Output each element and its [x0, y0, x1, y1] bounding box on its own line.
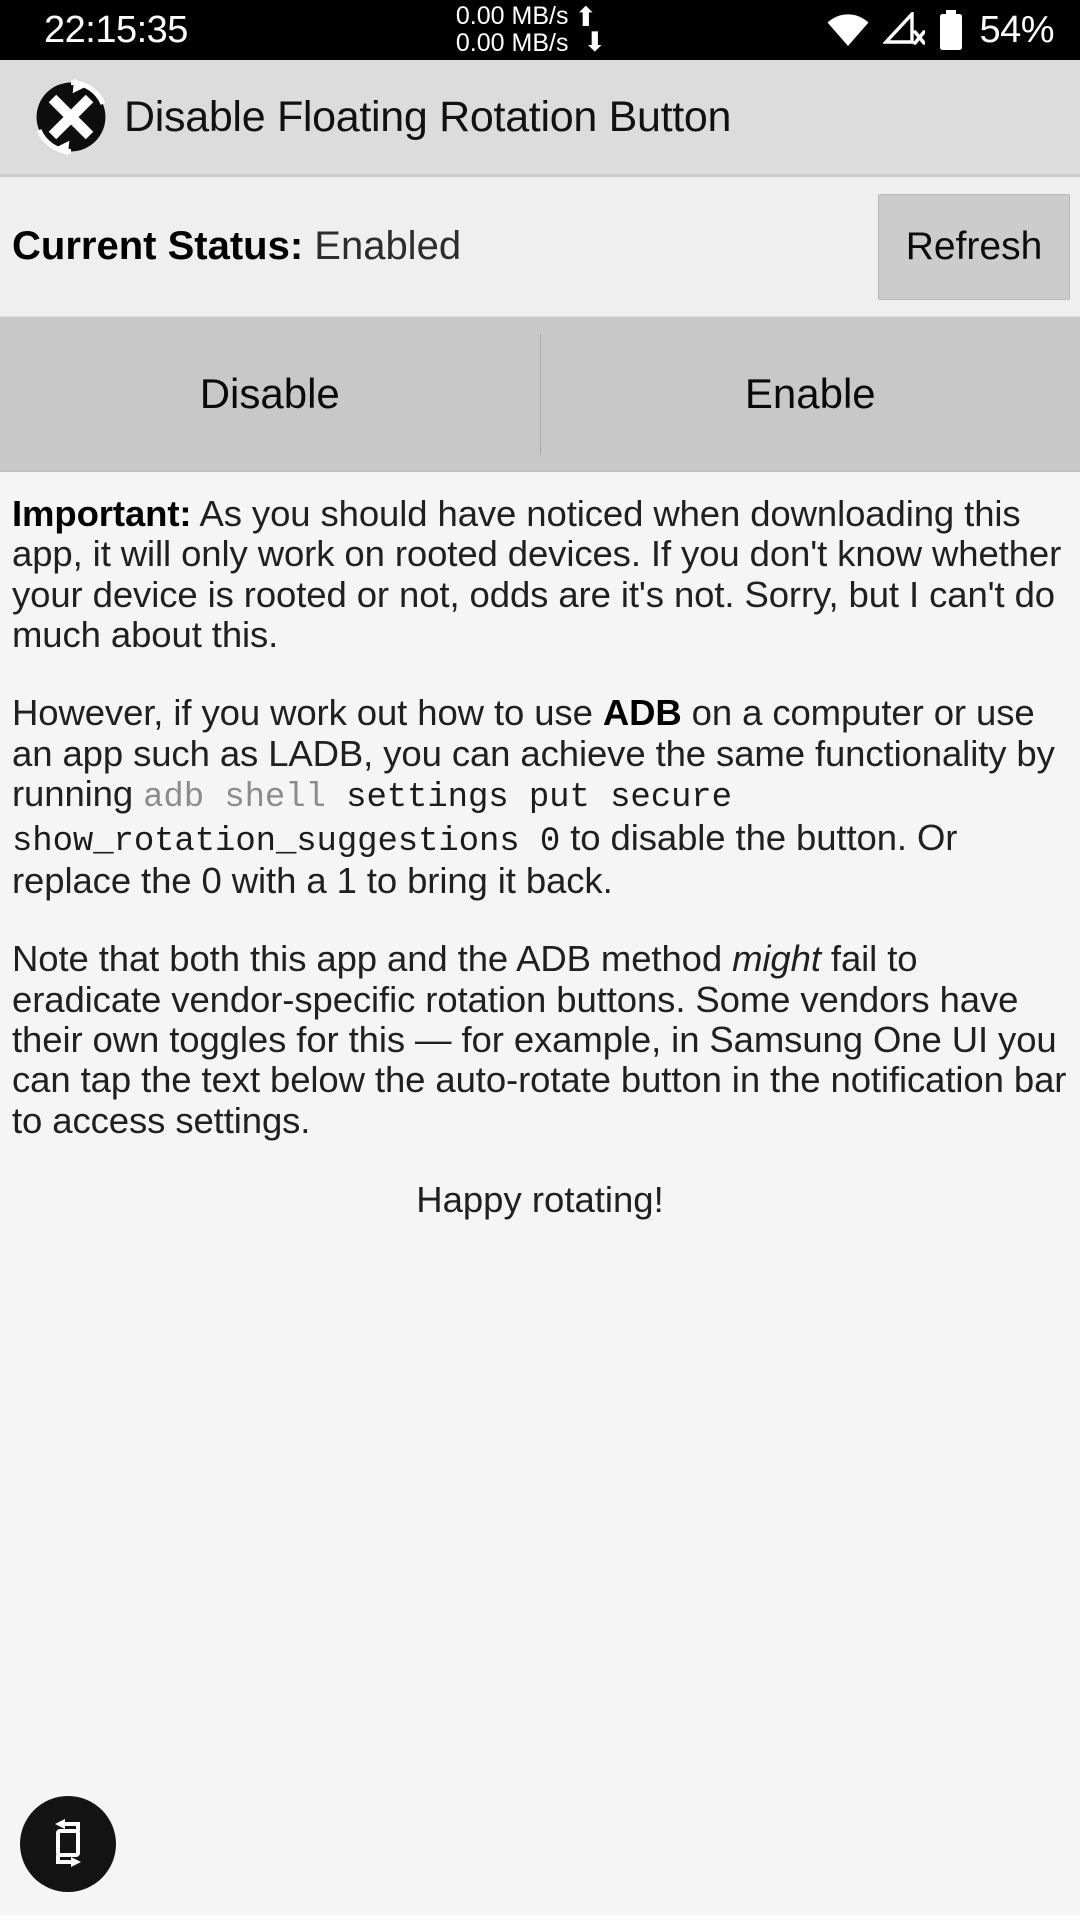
enable-button[interactable]: Enable — [541, 317, 1080, 471]
paragraph-vendor-note: Note that both this app and the ADB meth… — [12, 939, 1068, 1141]
rotate-device-icon — [43, 1818, 93, 1871]
status-bar-icons: 54% — [826, 9, 1058, 52]
network-upload-speed: 0.00 MB/s — [455, 2, 569, 30]
current-status-label: Current Status: — [12, 224, 304, 268]
status-bar: 22:15:35 0.00 MB/s 0.00 MB/s ⬆ ⬇ 54% — [0, 0, 1080, 60]
toggle-row: Disable Enable — [0, 317, 1080, 472]
closing-message: Happy rotating! — [416, 1179, 664, 1221]
vendor-note-lead: Note that both this app and the ADB meth… — [12, 938, 733, 980]
paragraph-important: Important: As you should have noticed wh… — [12, 493, 1068, 655]
network-download-speed: 0.00 MB/s — [455, 29, 569, 57]
adb-emphasis: ADB — [602, 692, 682, 734]
network-speed-indicator: 0.00 MB/s 0.00 MB/s ⬆ ⬇ — [456, 3, 606, 57]
battery-percentage: 54% — [979, 8, 1054, 51]
current-status-row: Current Status: Enabled Refresh — [0, 177, 1080, 317]
battery-icon — [938, 10, 964, 50]
cellular-no-signal-icon — [883, 12, 926, 48]
current-status-value: Enabled — [314, 224, 462, 268]
arrow-down-icon: ⬇ — [583, 27, 607, 57]
disable-rotation-app-icon — [30, 76, 112, 158]
info-content: Important: As you should have noticed wh… — [0, 472, 1080, 1915]
page-title: Disable Floating Rotation Button — [124, 92, 732, 141]
app-bar: Disable Floating Rotation Button — [0, 60, 1080, 177]
paragraph-adb: However, if you work out how to use ADB … — [12, 693, 1068, 901]
rotate-device-fab[interactable] — [20, 1796, 116, 1892]
adb-command-prefix: adb shell — [143, 778, 326, 817]
important-label: Important: — [12, 493, 192, 534]
status-clock: 22:15:35 — [44, 8, 188, 51]
refresh-button[interactable]: Refresh — [878, 193, 1070, 300]
wifi-icon — [826, 13, 870, 47]
current-status-text: Current Status: Enabled — [12, 224, 461, 269]
disable-button[interactable]: Disable — [0, 317, 540, 471]
adb-text-lead: However, if you work out how to use — [12, 692, 603, 734]
vendor-note-emphasis: might — [732, 938, 821, 980]
